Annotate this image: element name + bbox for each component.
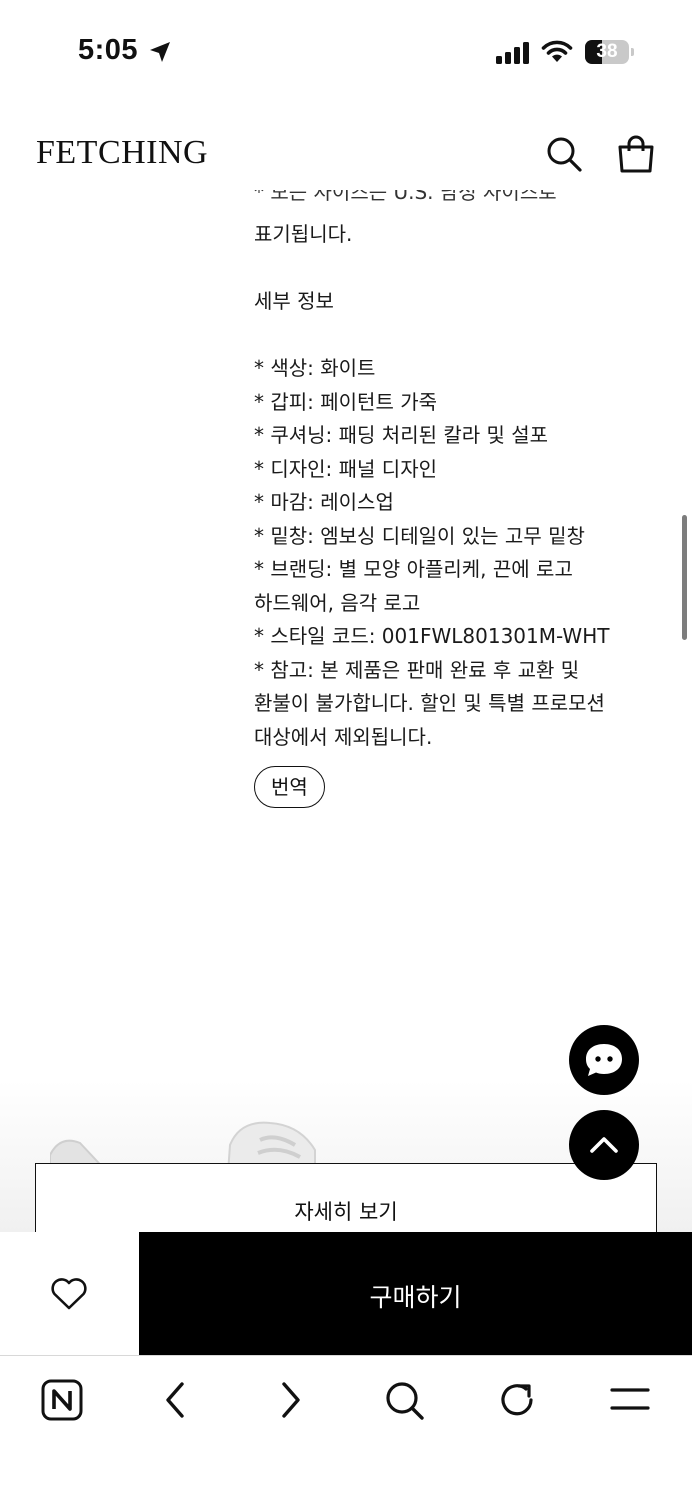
scroll-indicator xyxy=(682,515,687,640)
purchase-bar: 구매하기 xyxy=(0,1232,692,1355)
browser-search-icon[interactable] xyxy=(382,1378,426,1422)
battery-level: 38 xyxy=(596,41,618,62)
battery-indicator: 38 xyxy=(585,40,629,64)
detail-line: * 스타일 코드: 001FWL801301M-WHT xyxy=(254,624,610,648)
view-details-button[interactable]: 자세히 보기 xyxy=(35,1163,657,1243)
detail-line: * 참고: 본 제품은 판매 완료 후 교환 및 xyxy=(254,657,580,682)
detail-line: 환불이 불가합니다. 할인 및 특별 프로모션 xyxy=(254,691,605,715)
browser-toolbar xyxy=(0,1355,692,1500)
translate-button[interactable]: 번역 xyxy=(254,766,325,808)
view-details-label: 자세히 보기 xyxy=(294,1200,398,1224)
clipped-text-line: * 모든 사이즈는 U.S. 남성 사이즈로 xyxy=(254,190,557,204)
naver-n-icon[interactable] xyxy=(40,1378,84,1422)
detail-line: 대상에서 제외됩니다. xyxy=(254,724,433,749)
site-header: FETCHING xyxy=(0,120,692,190)
size-note-end: 표기됩니다. xyxy=(254,222,353,246)
chevron-up-icon xyxy=(590,1137,618,1153)
buy-label: 구매하기 xyxy=(369,1283,462,1312)
chevron-left-icon[interactable] xyxy=(154,1378,198,1422)
detail-line: 하드웨어, 음각 로고 xyxy=(254,590,421,615)
product-description: * 모든 사이즈는 U.S. 남성 사이즈로 표기됩니다. 세부 정보 * 색상… xyxy=(254,190,654,808)
detail-line: * 쿠셔닝: 패딩 처리된 칼라 및 설포 xyxy=(254,423,549,447)
heart-icon xyxy=(51,1278,87,1310)
buy-button[interactable]: 구매하기 xyxy=(139,1232,692,1355)
chat-bubble-icon xyxy=(586,1044,622,1076)
detail-line: * 색상: 화이트 xyxy=(254,356,376,380)
chat-button[interactable] xyxy=(569,1025,639,1095)
location-arrow-icon xyxy=(150,42,170,62)
battery-nub xyxy=(631,48,634,56)
detail-line: * 브랜딩: 별 모양 아플리케, 끈에 로고 xyxy=(254,557,573,581)
brand-logo[interactable]: FETCHING xyxy=(36,134,208,172)
status-time: 5:05 xyxy=(78,34,139,66)
reload-icon[interactable] xyxy=(495,1378,539,1422)
detail-line: * 갑피: 페이턴트 가죽 xyxy=(254,389,438,414)
wifi-icon xyxy=(541,40,573,62)
search-icon[interactable] xyxy=(544,134,584,174)
detail-line: * 마감: 레이스업 xyxy=(254,490,394,514)
shopping-bag-icon[interactable] xyxy=(616,134,656,174)
menu-icon[interactable] xyxy=(608,1378,652,1422)
cellular-signal-icon xyxy=(496,42,529,64)
section-title: 세부 정보 xyxy=(254,289,334,313)
detail-line: * 디자인: 패널 디자인 xyxy=(254,456,438,481)
scroll-to-top-button[interactable] xyxy=(569,1110,639,1180)
status-bar: 5:05 38 xyxy=(0,0,692,100)
chevron-right-icon[interactable] xyxy=(268,1378,312,1422)
detail-line: * 밑창: 엠보싱 디테일이 있는 고무 밑창 xyxy=(254,523,585,548)
wishlist-button[interactable] xyxy=(0,1232,139,1355)
